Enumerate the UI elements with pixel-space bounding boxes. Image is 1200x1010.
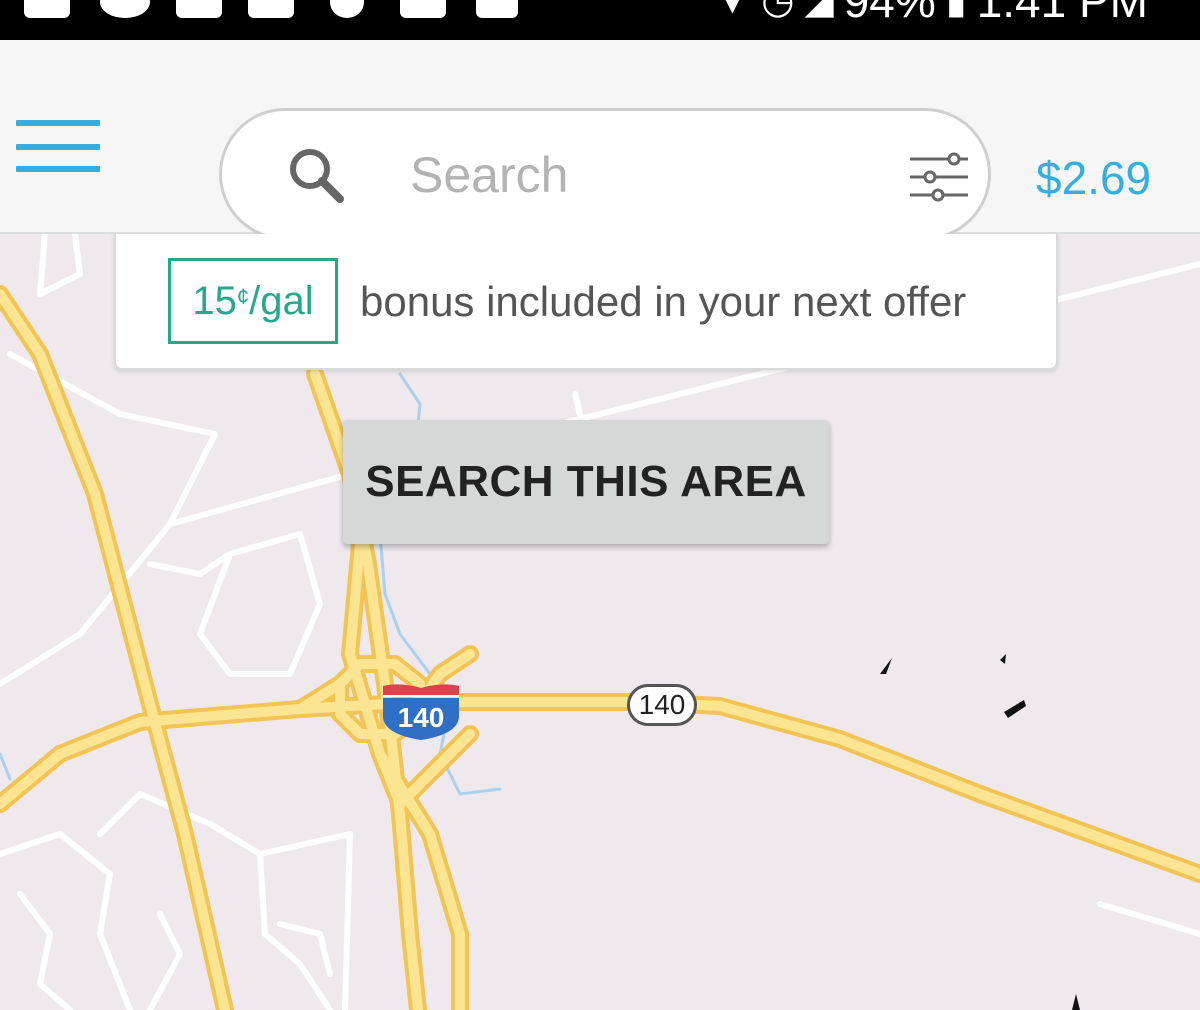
bonus-cent-symbol: ¢ <box>236 284 250 309</box>
facebook-notification-icon <box>330 0 364 18</box>
app-header: $2.69 <box>0 40 1200 240</box>
gas-price-balance[interactable]: $2.69 <box>1036 150 1151 206</box>
search-bar[interactable] <box>219 108 991 240</box>
bonus-amount: 15 <box>192 278 237 323</box>
wifi-icon: ▼ <box>713 0 752 22</box>
route-shield: 140 <box>627 684 697 726</box>
search-input[interactable] <box>408 139 872 211</box>
hamburger-menu-icon[interactable] <box>16 120 100 174</box>
sliders-filter-icon[interactable] <box>908 151 970 203</box>
clock-alarm-icon: ◷ <box>761 0 795 22</box>
battery-percent: 94% <box>843 0 936 27</box>
interstate-label: 140 <box>397 702 445 733</box>
status-bar: ▼ ◷ ◢ 94% ▮ 1:41 PM <box>0 0 1200 40</box>
card-notification-icon <box>400 0 446 18</box>
news-notification-icon <box>24 0 70 18</box>
bonus-text: bonus included in your next offer <box>360 278 967 325</box>
voicemail-notification-icon <box>100 0 150 18</box>
search-icon <box>290 149 344 203</box>
signal-icon: ◢ <box>804 0 834 22</box>
bonus-badge: 15 ¢/gal <box>168 258 338 344</box>
interstate-shield: 140 <box>380 682 462 742</box>
battery-icon: ▮ <box>945 0 967 22</box>
card-notification-icon <box>176 0 222 18</box>
status-time: 1:41 PM <box>976 0 1148 27</box>
gasbuddy-notification-icon <box>476 0 518 18</box>
status-bar-right: ▼ ◷ ◢ 94% ▮ 1:41 PM <box>714 0 1148 24</box>
bonus-unit: /gal <box>249 278 314 323</box>
bonus-banner[interactable]: 15 ¢/gal bonus included in your next offe… <box>114 234 1058 370</box>
search-this-area-button[interactable]: SEARCH THIS AREA <box>343 420 829 544</box>
card-notification-icon <box>248 0 294 18</box>
